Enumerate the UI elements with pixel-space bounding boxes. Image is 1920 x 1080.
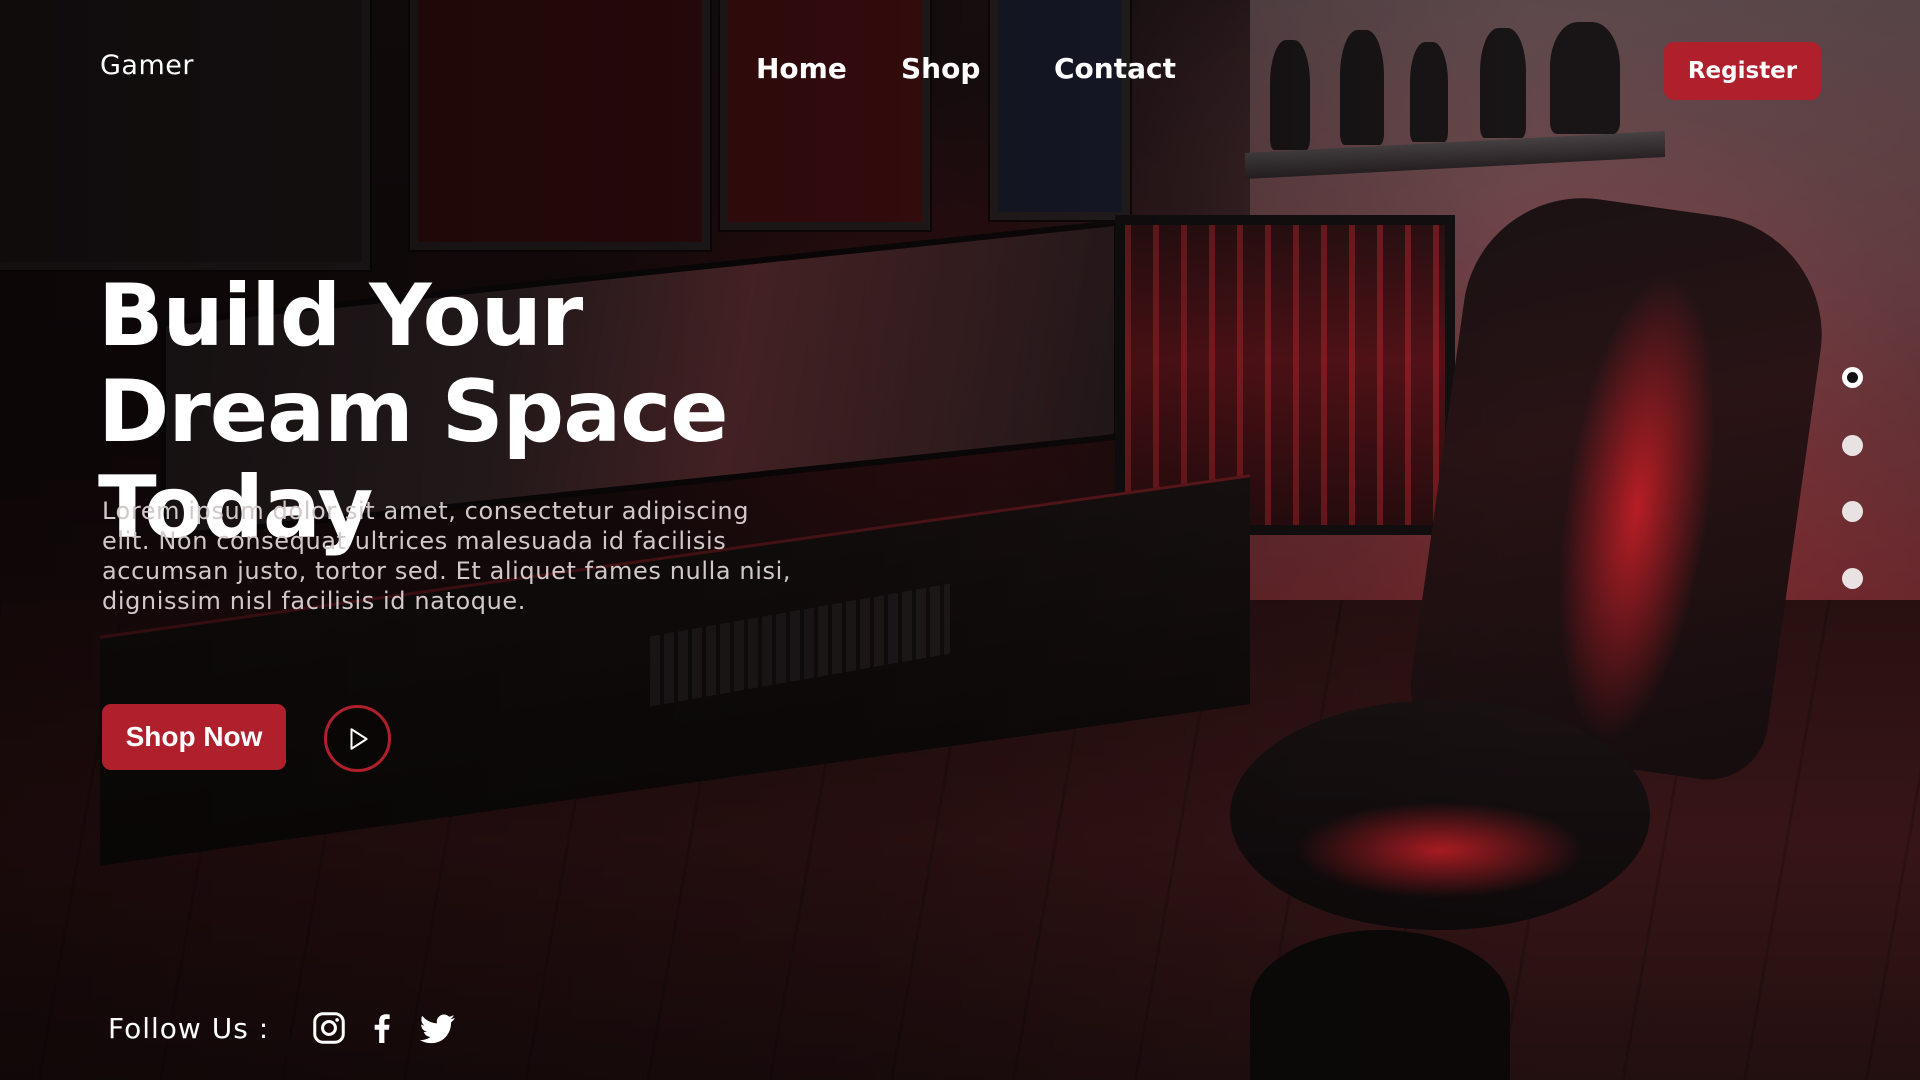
background-poster — [0, 0, 370, 270]
nav-shop[interactable]: Shop — [901, 52, 980, 85]
twitter-icon — [420, 1014, 455, 1044]
background-chair-back — [1402, 182, 1838, 788]
instagram-link[interactable] — [311, 1010, 347, 1046]
background-chair-seat — [1230, 700, 1650, 930]
facebook-link[interactable] — [364, 1010, 400, 1046]
shop-now-button[interactable]: Shop Now — [102, 704, 286, 770]
background-poster — [990, 0, 1130, 220]
background-shelf — [1245, 130, 1665, 180]
slider-dot[interactable] — [1842, 435, 1863, 456]
background-pc-case — [1115, 215, 1455, 535]
background-poster — [720, 0, 930, 230]
slider-dot[interactable] — [1842, 568, 1863, 589]
instagram-icon — [313, 1012, 345, 1044]
slider-dot[interactable] — [1842, 501, 1863, 522]
hero-description: Lorem ipsum dolor sit amet, consectetur … — [102, 497, 792, 615]
landing-page: Gamer Home Shop Contact Register Build Y… — [0, 0, 1920, 1080]
facebook-icon — [374, 1014, 390, 1043]
play-icon — [350, 727, 368, 750]
play-video-button[interactable] — [324, 705, 391, 772]
main-nav: Home Shop Contact — [0, 52, 1920, 92]
slider-dot-active[interactable] — [1842, 367, 1863, 388]
slider-pagination — [1842, 367, 1864, 597]
background-floor — [0, 600, 1920, 1080]
background-poster — [410, 0, 710, 250]
background-wall — [1250, 0, 1920, 640]
nav-contact[interactable]: Contact — [1054, 52, 1176, 85]
background-chair-base — [1250, 930, 1510, 1080]
nav-home[interactable]: Home — [756, 52, 847, 85]
twitter-link[interactable] — [420, 1010, 456, 1046]
register-button[interactable]: Register — [1664, 42, 1821, 100]
follow-us-label: Follow Us : — [108, 1012, 270, 1045]
